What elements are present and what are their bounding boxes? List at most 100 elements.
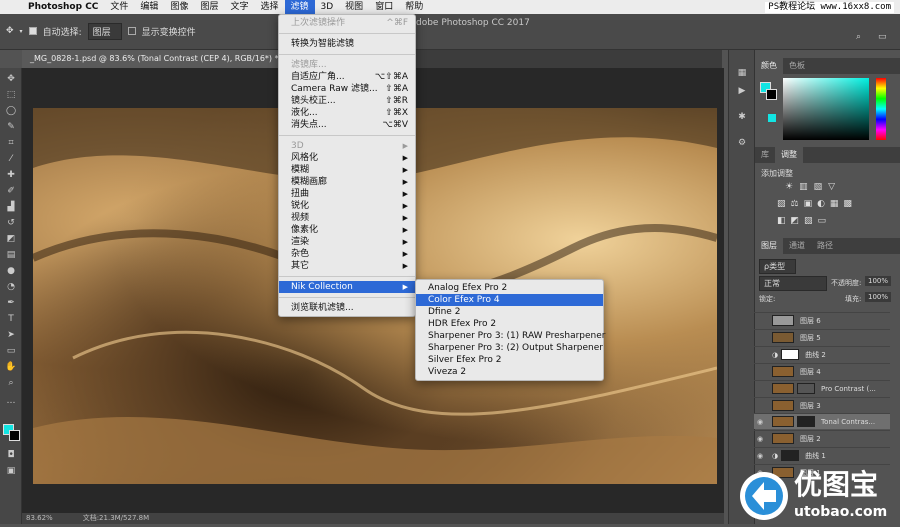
layer-row[interactable]: ◑ 曲线 2 <box>754 346 890 362</box>
menu-file[interactable]: 文件 <box>104 0 134 14</box>
chevron-down-icon[interactable]: ▾ <box>20 28 23 35</box>
menu-help[interactable]: 帮助 <box>399 0 429 14</box>
menu-filter[interactable]: 滤镜 <box>284 0 315 14</box>
eye-icon[interactable]: ◉ <box>754 452 766 460</box>
menu-item-video[interactable]: 视频 ▶ <box>279 212 415 224</box>
menu-item-vanishing-point[interactable]: 消失点... ⌥⌘V <box>279 119 415 131</box>
shape-tool-icon[interactable]: ▭ <box>3 344 19 358</box>
hand-tool-icon[interactable]: ✋ <box>3 360 19 374</box>
menu-item-stylize[interactable]: 风格化 ▶ <box>279 152 415 164</box>
auto-select-checkbox[interactable] <box>28 27 37 35</box>
menu-view[interactable]: 视图 <box>339 0 369 14</box>
menu-item-sharpen[interactable]: 锐化 ▶ <box>279 200 415 212</box>
dodge-tool-icon[interactable]: ◔ <box>3 280 19 294</box>
layer-row[interactable]: ◉ ◑ 曲线 1 <box>754 447 890 463</box>
menu-item-camera-raw[interactable]: Camera Raw 滤镜... ⇧⌘A <box>279 83 415 95</box>
menu-item-browse-online-filters[interactable]: 浏览联机滤镜... <box>279 302 415 314</box>
pen-tool-icon[interactable]: ✒ <box>3 296 19 310</box>
quick-select-tool-icon[interactable]: ✎ <box>3 120 19 134</box>
menu-edit[interactable]: 编辑 <box>134 0 164 14</box>
lasso-tool-icon[interactable]: ◯ <box>3 104 19 118</box>
zoom-level[interactable]: 83.62% <box>26 513 53 524</box>
menu-item-noise[interactable]: 杂色 ▶ <box>279 248 415 260</box>
menu-item-blur-gallery[interactable]: 模糊画廊 ▶ <box>279 176 415 188</box>
background-color-chip[interactable] <box>766 89 777 100</box>
workspace-icon[interactable]: ▭ <box>878 32 887 42</box>
menu-item-silver-efex[interactable]: Silver Efex Pro 2 <box>416 354 603 366</box>
color-field[interactable] <box>783 78 869 140</box>
menu-item-viveza[interactable]: Viveza 2 <box>416 366 603 378</box>
menu-item-render[interactable]: 渲染 ▶ <box>279 236 415 248</box>
healing-tool-icon[interactable]: ✚ <box>3 168 19 182</box>
eye-icon[interactable]: ◉ <box>754 418 766 426</box>
menu-item-sharpener-raw[interactable]: Sharpener Pro 3: (1) RAW Presharpener <box>416 330 605 342</box>
actions-panel-icon[interactable]: ▶ <box>734 84 750 98</box>
history-panel-icon[interactable]: ▦ <box>734 66 750 80</box>
menu-item-convert-smart-filter[interactable]: 转换为智能滤镜 <box>279 38 415 50</box>
tab-layers[interactable]: 图层 <box>755 238 783 254</box>
menu-app[interactable]: Photoshop CC <box>22 0 104 14</box>
eye-icon[interactable]: ◉ <box>754 435 766 443</box>
menu-item-nik-collection[interactable]: Nik Collection ▶ <box>279 281 415 293</box>
layer-row[interactable]: 图层 6 <box>754 312 890 328</box>
layer-row[interactable]: Pro Contrast (... <box>754 380 890 396</box>
path-select-tool-icon[interactable]: ➤ <box>3 328 19 342</box>
layer-row-selected[interactable]: ◉ Tonal Contras... <box>754 413 890 429</box>
adjustment-icons-row-2[interactable]: ▨⚖▣◐▦▩ <box>777 199 857 209</box>
adjustment-icons-row-3[interactable]: ◧◩▧▭ <box>777 216 831 226</box>
layer-row[interactable]: 图层 4 <box>754 363 890 379</box>
menu-item-dfine[interactable]: Dfine 2 <box>416 306 603 318</box>
gradient-tool-icon[interactable]: ▤ <box>3 248 19 262</box>
search-icon[interactable]: ⌕ <box>856 32 861 42</box>
layer-kind-filter[interactable]: ρ类型 <box>759 259 797 274</box>
menu-window[interactable]: 窗口 <box>369 0 399 14</box>
menu-item-blur[interactable]: 模糊 ▶ <box>279 164 415 176</box>
move-tool-icon[interactable]: ✥ <box>6 26 14 36</box>
tab-swatches[interactable]: 色板 <box>783 58 811 74</box>
menu-item-other[interactable]: 其它 ▶ <box>279 260 415 272</box>
menu-item-last-filter[interactable]: 上次滤镜操作 ^⌘F <box>279 17 415 29</box>
layer-row[interactable]: ◉ 图层 2 <box>754 430 890 446</box>
menu-select[interactable]: 选择 <box>254 0 284 14</box>
auto-select-dropdown[interactable]: 图层 <box>87 22 122 40</box>
websafe-color-chip[interactable] <box>768 114 776 122</box>
menu-image[interactable]: 图像 <box>164 0 194 14</box>
menu-item-color-efex[interactable]: Color Efex Pro 4 <box>416 294 603 306</box>
menu-item-analog-efex[interactable]: Analog Efex Pro 2 <box>416 282 603 294</box>
layer-row[interactable]: 图层 5 <box>754 329 890 345</box>
adjustment-icons-row-1[interactable]: ☀▥▧▽ <box>785 182 841 192</box>
stamp-tool-icon[interactable]: ▟ <box>3 200 19 214</box>
move-tool-icon[interactable]: ✥ <box>3 72 19 86</box>
history-brush-tool-icon[interactable]: ↺ <box>3 216 19 230</box>
menu-item-lens-correction[interactable]: 镜头校正... ⇧⌘R <box>279 95 415 107</box>
more-tools-icon[interactable]: … <box>3 394 19 408</box>
tab-libraries[interactable]: 库 <box>755 147 775 163</box>
menu-item-hdr-efex[interactable]: HDR Efex Pro 2 <box>416 318 603 330</box>
crop-tool-icon[interactable]: ⌗ <box>3 136 19 150</box>
menu-item-liquify[interactable]: 液化... ⇧⌘X <box>279 107 415 119</box>
menu-item-pixelate[interactable]: 像素化 ▶ <box>279 224 415 236</box>
menu-layer[interactable]: 图层 <box>194 0 224 14</box>
brush-panel-icon[interactable]: ✱ <box>734 110 750 124</box>
menu-type[interactable]: 文字 <box>224 0 254 14</box>
properties-panel-icon[interactable]: ⚙ <box>734 136 750 150</box>
eyedropper-tool-icon[interactable]: ⁄ <box>3 152 19 166</box>
brush-tool-icon[interactable]: ✐ <box>3 184 19 198</box>
tab-paths[interactable]: 路径 <box>811 238 839 254</box>
layer-row[interactable]: 图层 3 <box>754 397 890 413</box>
hue-slider[interactable] <box>876 78 886 140</box>
blur-tool-icon[interactable]: ● <box>3 264 19 278</box>
fill-field[interactable]: 100% <box>865 292 892 302</box>
background-color-swatch[interactable] <box>9 430 20 441</box>
menu-item-distort[interactable]: 扭曲 ▶ <box>279 188 415 200</box>
show-transform-checkbox[interactable] <box>127 27 136 35</box>
type-tool-icon[interactable]: T <box>3 312 19 326</box>
eraser-tool-icon[interactable]: ◩ <box>3 232 19 246</box>
screen-mode-icon[interactable]: ▣ <box>3 464 19 478</box>
tab-channels[interactable]: 通道 <box>783 238 811 254</box>
zoom-tool-icon[interactable]: ⌕ <box>3 376 19 390</box>
opacity-field[interactable]: 100% <box>865 276 892 286</box>
tab-adjustments[interactable]: 调整 <box>775 147 803 163</box>
menu-item-adaptive-wide-angle[interactable]: 自适应广角... ⌥⇧⌘A <box>279 71 415 83</box>
menu-3d[interactable]: 3D <box>315 0 340 14</box>
